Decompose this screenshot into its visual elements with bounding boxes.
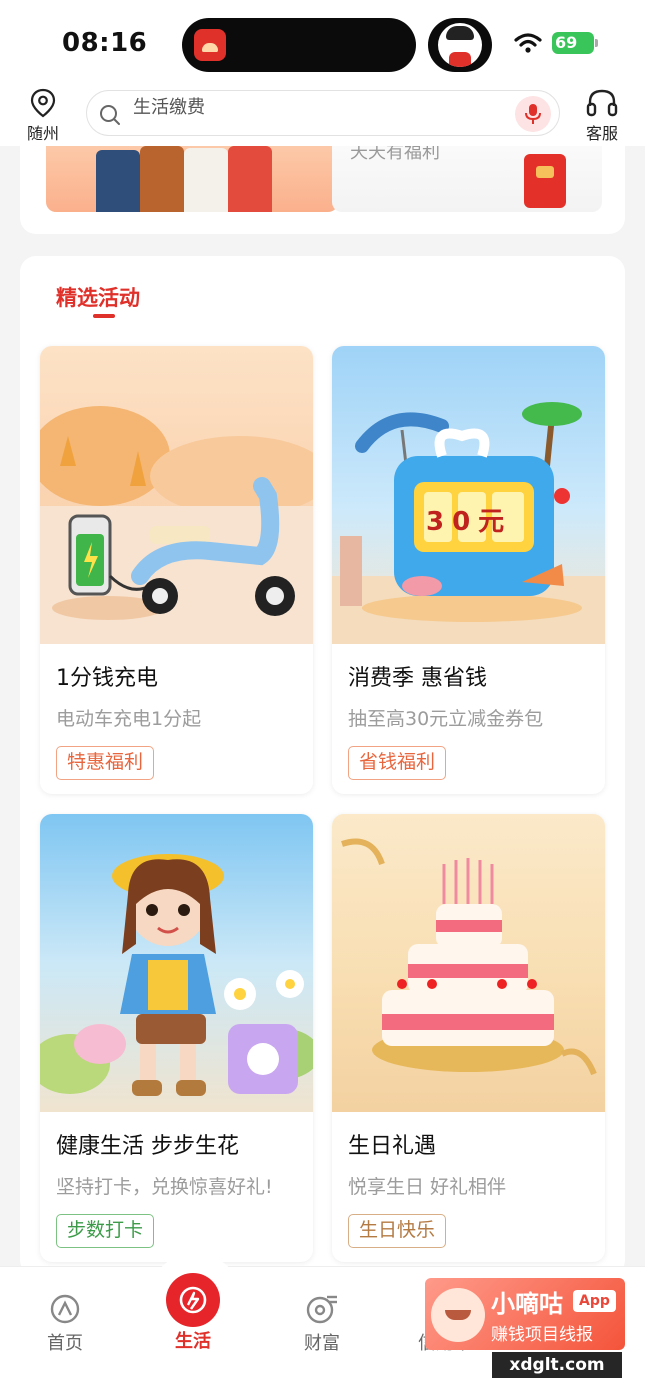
- scooter-scene-icon: [40, 406, 313, 644]
- card-tag: 生日快乐: [348, 1214, 447, 1248]
- promo-banner-welfare[interactable]: 天天有福利: [332, 146, 602, 212]
- card-subtitle: 电动车充电1分起: [56, 708, 202, 730]
- promo-banner-card: 天天有福利: [20, 146, 625, 234]
- customer-service-button[interactable]: 客服: [580, 86, 624, 144]
- watermark-badge: 小嘀咕 App 赚钱项目线报: [425, 1278, 625, 1350]
- consumption-illustration: 30元: [332, 346, 605, 644]
- card-subtitle: 抽至高30元立减金券包: [348, 708, 544, 730]
- lottery-machine-icon: [332, 402, 605, 644]
- microphone-icon: [525, 104, 541, 124]
- activity-card-consumption[interactable]: 30元 消费季 惠省钱 抽至高30元立减金券包 省钱福利: [332, 346, 605, 794]
- status-time: 08:16: [62, 28, 148, 58]
- search-icon: [100, 105, 120, 125]
- card-title: 1分钱充电: [56, 666, 158, 691]
- location-selector[interactable]: 随州: [24, 86, 62, 144]
- welfare-text: 天天有福利: [350, 146, 440, 163]
- health-illustration: [40, 814, 313, 1112]
- card-title: 生日礼遇: [348, 1134, 437, 1159]
- activity-card-birthday[interactable]: 生日礼遇 悦享生日 好礼相伴 生日快乐: [332, 814, 605, 1262]
- card-subtitle: 悦享生日 好礼相伴: [348, 1176, 507, 1198]
- watermark-title: 小嘀咕: [491, 1290, 563, 1318]
- watermark-subtitle: 赚钱项目线报: [491, 1325, 593, 1345]
- promo-banner-family[interactable]: [46, 146, 338, 212]
- battery-level: 69: [555, 33, 578, 52]
- watermark-domain: xdglt.com: [492, 1352, 622, 1378]
- person-illustration: [140, 146, 184, 212]
- dynamic-island: [182, 18, 416, 72]
- nav-life-button[interactable]: [166, 1273, 220, 1327]
- location-label: 随州: [26, 124, 59, 143]
- person-illustration: [228, 146, 272, 212]
- home-icon: [50, 1294, 80, 1324]
- activity-card-charging[interactable]: 1分钱充电 电动车充电1分起 特惠福利: [40, 346, 313, 794]
- page: 08:16 69 随州 生活缴费 客服 天天有福利 精选活动 1分钱充电 电动车…: [0, 0, 645, 1398]
- nav-home[interactable]: 首页: [20, 1285, 110, 1355]
- title-underline: [93, 314, 115, 318]
- nav-life-label[interactable]: 生活: [148, 1327, 238, 1353]
- customer-service-label: 客服: [585, 124, 618, 143]
- lottery-amount: 30元: [426, 507, 513, 537]
- birthday-illustration: [332, 814, 605, 1112]
- person-illustration: [184, 148, 228, 212]
- battery-indicator: 69: [552, 32, 598, 54]
- nav-wealth[interactable]: 财富: [277, 1285, 367, 1355]
- location-pin-icon: [30, 88, 56, 118]
- card-title: 健康生活 步步生花: [56, 1134, 239, 1159]
- life-icon: [179, 1286, 207, 1314]
- walking-girl-icon: [40, 854, 313, 1096]
- wifi-icon: [514, 33, 542, 53]
- mascot-icon: [431, 1288, 485, 1342]
- card-tag: 省钱福利: [348, 746, 447, 780]
- watermark-app-badge: App: [573, 1290, 616, 1312]
- search-input[interactable]: 生活缴费: [86, 90, 560, 136]
- person-illustration: [96, 150, 140, 212]
- avatar-icon: [438, 23, 482, 67]
- status-bar: 08:16 69: [0, 0, 645, 86]
- nav-label: 首页: [47, 1333, 83, 1354]
- card-subtitle: 坚持打卡，兑换惊喜好礼!: [56, 1176, 273, 1198]
- section-title: 精选活动: [56, 286, 140, 310]
- nav-label: 财富: [304, 1333, 340, 1354]
- search-placeholder: 生活缴费: [133, 97, 205, 118]
- card-tag: 特惠福利: [56, 746, 155, 780]
- wealth-icon: [306, 1295, 337, 1324]
- birthday-cake-icon: [341, 838, 597, 1076]
- headset-icon: [586, 89, 618, 117]
- card-title: 消费季 惠省钱: [348, 666, 487, 691]
- featured-activities-section: 精选活动 1分钱充电 电动车充电1分起 特惠福利 30元 消费季 惠省钱 抽至高…: [20, 256, 625, 1276]
- voice-search-button[interactable]: [515, 96, 551, 132]
- activity-card-health[interactable]: 健康生活 步步生花 坚持打卡，兑换惊喜好礼! 步数打卡: [40, 814, 313, 1262]
- app-activity-icon: [194, 29, 226, 61]
- charging-illustration: [40, 346, 313, 644]
- avatar-bubble: [428, 18, 492, 72]
- card-tag: 步数打卡: [56, 1214, 155, 1248]
- search-header: 随州 生活缴费 客服: [0, 86, 645, 146]
- red-envelope-icon: [524, 154, 566, 208]
